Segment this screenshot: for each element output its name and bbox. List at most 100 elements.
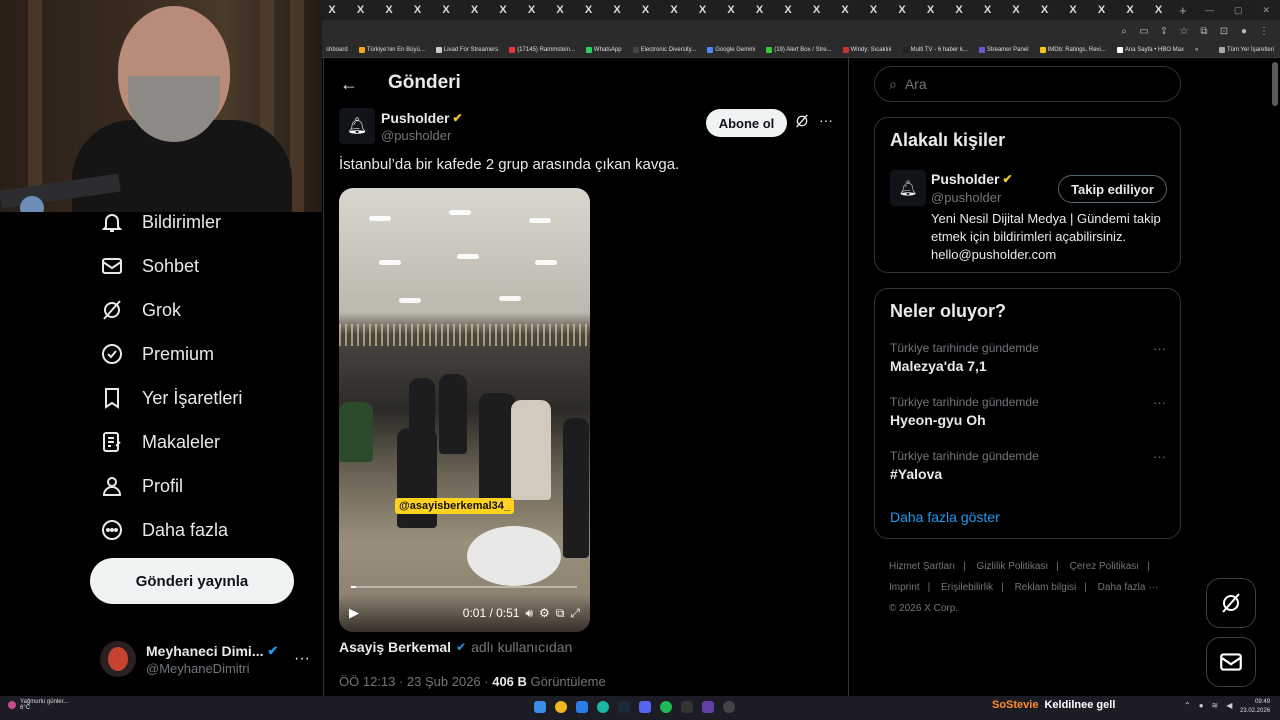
bookmark[interactable]: IMDb: Ratings, Revi... (1039, 46, 1106, 53)
browser-tab[interactable]: X (550, 0, 570, 20)
footer-link[interactable]: Imprint (889, 582, 920, 593)
browser-tab[interactable]: X (522, 0, 542, 20)
spotify-icon[interactable] (660, 701, 672, 713)
video-progress[interactable] (351, 586, 577, 588)
browser-tab[interactable]: X (579, 0, 599, 20)
explorer-icon[interactable] (576, 701, 588, 713)
show-more-link[interactable]: Daha fazla göster (890, 509, 1000, 525)
sidebar-item-bookmarks[interactable]: Yer İşaretleri (100, 386, 242, 410)
epic-icon[interactable] (681, 701, 693, 713)
browser-tab[interactable]: X (1149, 0, 1169, 20)
edge-icon[interactable] (597, 701, 609, 713)
play-icon[interactable]: ▶ (349, 605, 359, 621)
browser-tab[interactable]: X (1035, 0, 1055, 20)
bookmark[interactable]: (19) Alert Box / Stre... (766, 46, 832, 53)
footer-link[interactable]: Reklam bilgisi (1015, 582, 1077, 593)
footer-link[interactable]: Çerez Politikası (1070, 561, 1139, 572)
post-timestamp[interactable]: ÖÖ 12:13 · 23 Şub 2026 · (339, 674, 492, 689)
browser-tab[interactable]: X (949, 0, 969, 20)
sidebar-item-articles[interactable]: Makaleler (100, 430, 220, 454)
wifi-icon[interactable]: ≋ (1212, 701, 1219, 710)
new-tab-button[interactable]: + (1179, 3, 1187, 18)
screenshot-icon[interactable]: ⊡ (1218, 26, 1230, 37)
grok-fab-button[interactable] (1206, 578, 1256, 628)
browser-tab[interactable]: X (807, 0, 827, 20)
bookmark[interactable]: Türkiye'nin En Büyü... (358, 46, 425, 53)
windows-start-icon[interactable] (534, 701, 546, 713)
close-icon[interactable]: ✕ (1262, 5, 1270, 16)
browser-tab[interactable]: X (864, 0, 884, 20)
credit-name[interactable]: Asayiş Berkemal (339, 639, 451, 655)
footer-link[interactable]: Daha fazla ··· (1098, 582, 1159, 593)
browser-tab[interactable]: X (636, 0, 656, 20)
browser-tab[interactable]: X (664, 0, 684, 20)
browser-tab[interactable]: X (750, 0, 770, 20)
browser-tab[interactable]: X (778, 0, 798, 20)
search-icon[interactable]: ⌕ (1118, 26, 1130, 37)
mic-icon[interactable]: ● (1199, 701, 1204, 710)
maximize-icon[interactable]: ▢ (1234, 5, 1243, 16)
browser-tab[interactable]: X (921, 0, 941, 20)
related-name[interactable]: Pusholder ✔ (931, 171, 1013, 187)
browser-tab[interactable]: X (721, 0, 741, 20)
following-button[interactable]: Takip ediliyor (1058, 175, 1167, 203)
fullscreen-icon[interactable]: ⤢ (570, 606, 580, 621)
sidebar-item-grok[interactable]: Grok (100, 298, 181, 322)
profile-icon[interactable]: ● (1238, 26, 1250, 37)
streamlabs-icon[interactable] (702, 701, 714, 713)
bell-avatar-icon[interactable]: 🔔︎ (339, 108, 375, 144)
steam-icon[interactable] (618, 701, 630, 713)
footer-link[interactable]: Hizmet Şartları (889, 561, 955, 572)
post-more-icon[interactable]: ··· (819, 112, 833, 128)
video-player[interactable]: @asayisberkemal34_ ▶ 0:01 / 0:51 🔊︎ ⚙ ⧉ … (339, 188, 590, 632)
bookmark[interactable]: (17145) Rammstein... (509, 46, 575, 53)
trend-more-icon[interactable]: ··· (1153, 395, 1166, 410)
browser-tab[interactable]: X (436, 0, 456, 20)
post-button[interactable]: Gönderi yayınla (90, 558, 294, 604)
browser-tab[interactable]: X (835, 0, 855, 20)
browser-tab[interactable]: X (1063, 0, 1083, 20)
bookmark[interactable]: Multi TV - 6 haber k... (902, 46, 968, 53)
trend-item[interactable]: Türkiye tarihinde gündemde Malezya'da 7,… (890, 341, 1166, 374)
bookmark[interactable]: Livad For Streamers (435, 46, 498, 53)
browser-tab[interactable]: X (493, 0, 513, 20)
browser-tab[interactable]: X (892, 0, 912, 20)
sidebar-item-profile[interactable]: Profil (100, 474, 183, 498)
share-icon[interactable]: ⇪ (1158, 26, 1170, 37)
grok-icon[interactable] (794, 113, 810, 134)
extensions-icon[interactable]: ⧉ (1198, 26, 1210, 37)
browser-tab[interactable]: X (693, 0, 713, 20)
browser-tab[interactable]: X (379, 0, 399, 20)
sidebar-item-more[interactable]: Daha fazla (100, 518, 228, 542)
trend-more-icon[interactable]: ··· (1153, 341, 1166, 356)
browser-tab[interactable]: X (408, 0, 428, 20)
browser-tab[interactable]: X (1092, 0, 1112, 20)
account-more-icon[interactable]: ··· (294, 650, 310, 668)
trend-item[interactable]: Türkiye tarihinde gündemde Hyeon-gyu Oh … (890, 395, 1166, 428)
obs-icon[interactable] (723, 701, 735, 713)
pip-icon[interactable]: ⧉ (556, 606, 565, 621)
weather-widget[interactable]: Yağmurlu günler... 6°C (8, 699, 68, 711)
bookmark[interactable]: Electronic Diversity... (632, 46, 696, 53)
bell-avatar-icon[interactable]: 🔔︎ (890, 170, 926, 206)
volume-icon[interactable]: ◀ (1226, 701, 1232, 710)
discord-icon[interactable] (639, 701, 651, 713)
browser-tab[interactable]: X (322, 0, 342, 20)
menu-icon[interactable]: ⋮ (1258, 26, 1270, 37)
browser-tab[interactable]: X (351, 0, 371, 20)
chevron-up-icon[interactable]: ⌃ (1184, 701, 1191, 710)
account-switcher[interactable]: Meyhaneci Dimi... ✔ @MeyhaneDimitri ··· (100, 636, 310, 682)
star-icon[interactable]: ☆ (1178, 26, 1190, 37)
settings-icon[interactable]: ⚙ (539, 606, 550, 620)
trend-item[interactable]: Türkiye tarihinde gündemde #Yalova ··· (890, 449, 1166, 482)
search-input[interactable]: ⌕ Ara (874, 66, 1181, 102)
chrome-icon[interactable] (555, 701, 567, 713)
browser-tab[interactable]: X (1120, 0, 1140, 20)
post-author-name[interactable]: Pusholder ✔ (381, 110, 463, 126)
post-author-handle[interactable]: @pusholder (381, 128, 451, 143)
messages-fab-button[interactable] (1206, 637, 1256, 687)
volume-icon[interactable]: 🔊︎ (525, 606, 533, 621)
bookmark[interactable]: shboard (326, 47, 348, 53)
browser-tab[interactable]: X (978, 0, 998, 20)
scrollbar[interactable] (1272, 62, 1278, 106)
